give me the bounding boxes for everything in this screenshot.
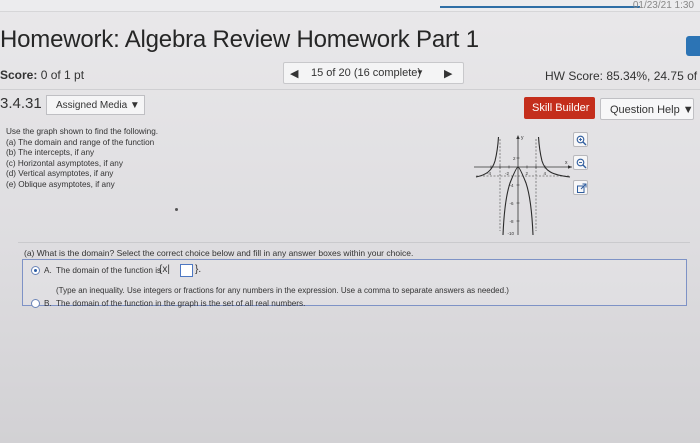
option-a-hint: (Type an inequality. Use integers or fra… — [56, 286, 509, 295]
x-tick-label: -2 — [505, 171, 509, 176]
top-accent-bar — [440, 6, 640, 8]
hw-score: HW Score: 85.34%, 24.75 of 29 — [545, 69, 700, 83]
option-b-letter: B. — [44, 299, 52, 308]
zoom-in-icon — [576, 135, 587, 146]
graph-curves — [475, 136, 571, 236]
domain-answer-input[interactable] — [180, 264, 193, 277]
question-navigator: ◀ 15 of 20 (16 complete) ▼ ▶ — [283, 62, 464, 84]
option-b-text: The domain of the function in the graph … — [56, 299, 306, 308]
browser-top-strip: 01/23/21 1:30 — [0, 0, 700, 12]
popout-icon — [577, 183, 587, 193]
score-text: Score: 0 of 1 pt — [0, 68, 84, 82]
y-axis-arrow — [516, 135, 520, 139]
top-strip-text: 01/23/21 1:30 — [632, 0, 694, 11]
set-notation-open: {x| — [159, 264, 170, 275]
option-b-radio[interactable] — [31, 299, 40, 308]
instruction-line: (e) Oblique asymptotes, if any — [6, 179, 115, 189]
x-tick-label: -4 — [487, 171, 491, 176]
question-help-button[interactable]: Question Help ▼ — [600, 98, 694, 120]
score-label: Score: — [0, 68, 38, 82]
instruction-line: (b) The intercepts, if any — [6, 148, 95, 157]
score-value: 0 of 1 pt — [40, 68, 85, 82]
problem-instructions: Use the graph shown to find the followin… — [6, 127, 158, 190]
y-tick-label: -6 — [510, 201, 514, 206]
zoom-out-button[interactable] — [573, 155, 588, 170]
x-tick-label: 4 — [544, 171, 547, 176]
y-axis-label: y — [521, 135, 524, 141]
next-question-button[interactable]: ▶ — [444, 67, 452, 80]
zoom-out-icon — [576, 158, 587, 169]
zoom-in-button[interactable] — [573, 132, 588, 147]
y-tick-label: -4 — [510, 183, 514, 188]
question-list-dropdown-icon[interactable]: ▼ — [416, 68, 424, 77]
question-position-label[interactable]: 15 of 20 (16 complete) — [311, 67, 421, 79]
y-tick-label: -8 — [510, 219, 514, 224]
previous-question-button[interactable]: ◀ — [290, 67, 298, 80]
popout-button[interactable] — [573, 180, 588, 195]
assigned-media-button[interactable]: Assigned Media ▼ — [46, 95, 145, 115]
resize-dot — [175, 208, 178, 211]
side-panel-tab[interactable] — [686, 36, 700, 56]
x-axis-label: x — [565, 160, 568, 166]
option-a-letter: A. — [44, 266, 52, 275]
function-graph: y x -4 -2 2 4 2 -4 -6 -8 -10 — [474, 135, 572, 236]
x-tick-label: 2 — [526, 171, 529, 176]
set-notation-close: }. — [195, 264, 202, 275]
header-divider — [0, 89, 700, 90]
option-a-text: The domain of the function is — [56, 266, 162, 275]
skill-builder-button[interactable]: Skill Builder — [524, 97, 595, 119]
instruction-line: (a) The domain and range of the function — [6, 137, 155, 147]
option-a-radio[interactable] — [31, 266, 40, 275]
y-tick-label: -10 — [508, 231, 515, 236]
part-a-question: (a) What is the domain? Select the corre… — [24, 248, 414, 258]
y-tick-label: 2 — [513, 156, 516, 161]
page-title: Homework: Algebra Review Homework Part 1 — [0, 26, 479, 53]
instruction-line: (c) Horizontal asymptotes, if any — [6, 158, 123, 168]
content-divider — [18, 242, 690, 243]
instruction-line: Use the graph shown to find the followin… — [6, 127, 159, 136]
instruction-line: (d) Vertical asymptotes, if any — [6, 169, 114, 178]
x-axis-arrow — [568, 165, 572, 169]
question-number: 3.4.31 — [0, 95, 42, 112]
